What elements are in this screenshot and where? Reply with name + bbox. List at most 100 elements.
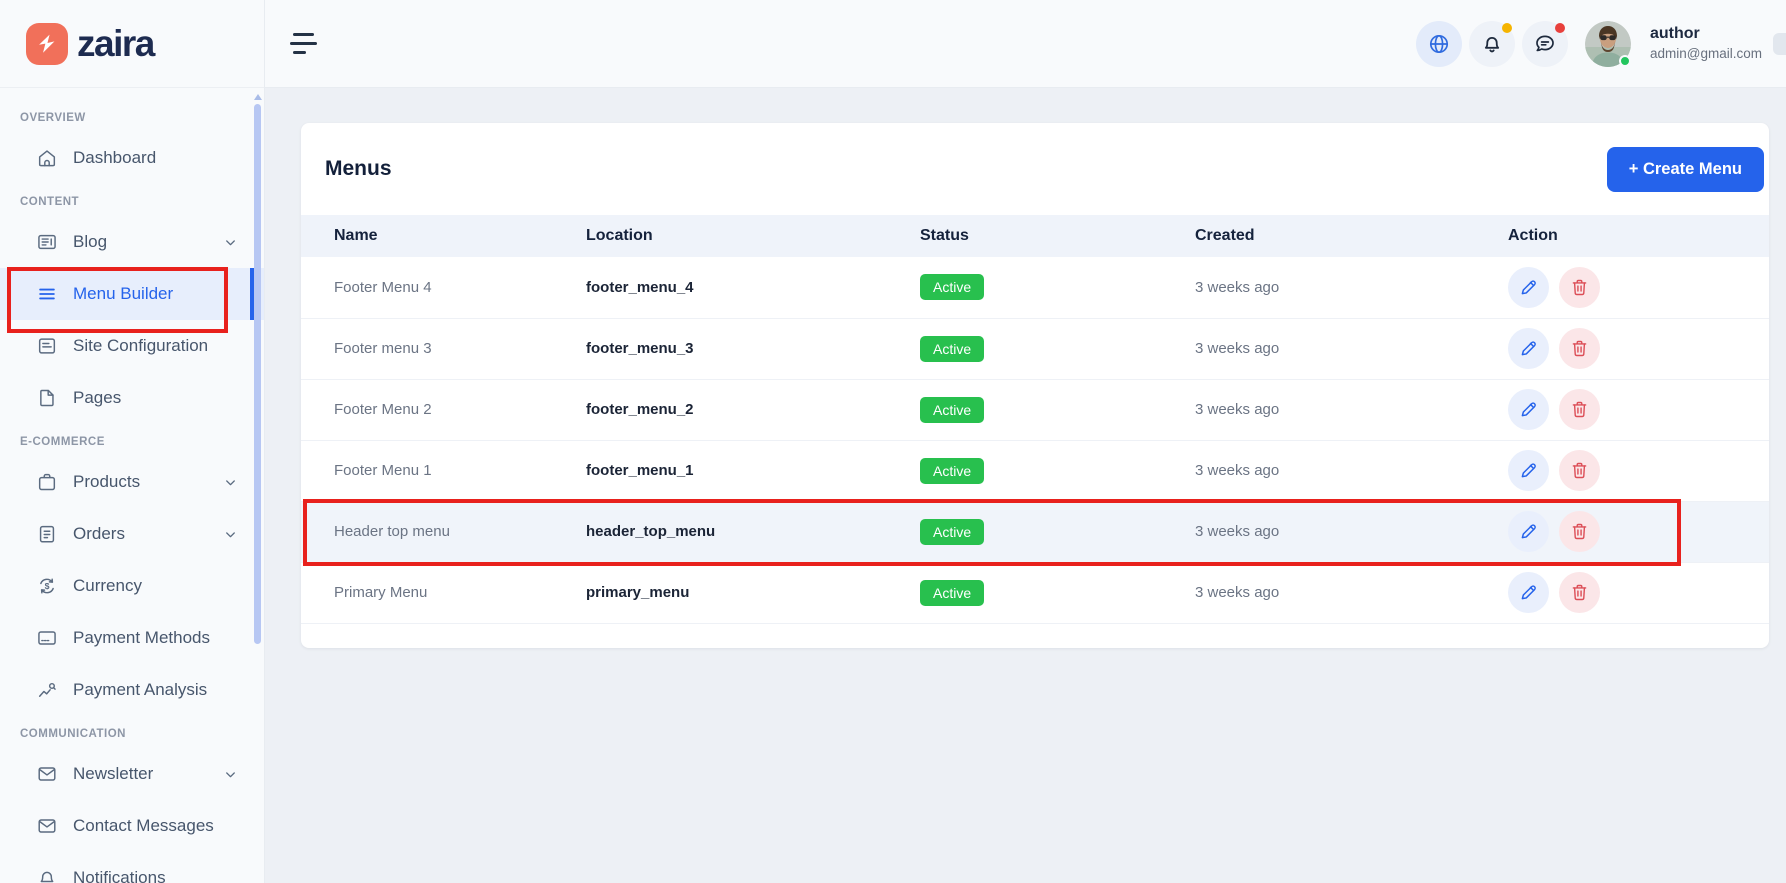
- delete-button[interactable]: [1559, 450, 1600, 491]
- page-content: Menus + Create Menu Name Location Status…: [265, 88, 1786, 883]
- chevron-down-icon: [223, 475, 238, 490]
- globe-icon[interactable]: [1416, 21, 1462, 67]
- menu-created: 3 weeks ago: [1195, 440, 1508, 501]
- column-header-location: Location: [586, 215, 920, 257]
- sidebar-item-blog[interactable]: Blog: [0, 216, 264, 268]
- zigzag-arrow-icon: [26, 23, 68, 65]
- message-dot: [1555, 23, 1565, 33]
- delete-button[interactable]: [1559, 328, 1600, 369]
- sidebar-item-payment-methods[interactable]: Payment Methods: [0, 612, 264, 664]
- sidebar-item-newsletter[interactable]: Newsletter: [0, 748, 264, 800]
- menu-location: footer_menu_3: [586, 318, 920, 379]
- sidebar-item-menu-builder[interactable]: Menu Builder: [0, 268, 264, 320]
- table-header-row: Name Location Status Created Action: [301, 215, 1769, 257]
- brand-name: zaira: [77, 25, 154, 62]
- sidebar-item-label: Payment Analysis: [73, 680, 207, 700]
- sidebar-item-label: Notifications: [73, 868, 166, 883]
- menus-table: Name Location Status Created Action Foot…: [301, 215, 1769, 624]
- menu-name: Primary Menu: [301, 562, 586, 623]
- sidebar-item-label: Contact Messages: [73, 816, 214, 836]
- sidebar-item-label: Newsletter: [73, 764, 153, 784]
- delete-button[interactable]: [1559, 267, 1600, 308]
- chat-bubble-icon[interactable]: [1522, 21, 1568, 67]
- topbar-actions: author admin@gmail.com: [1416, 21, 1786, 67]
- sidebar-item-products[interactable]: Products: [0, 456, 264, 508]
- column-header-action: Action: [1508, 215, 1769, 257]
- main-area: author admin@gmail.com Menus + Create Me…: [265, 0, 1786, 883]
- envelope-icon: [36, 815, 58, 837]
- status-badge: Active: [920, 580, 984, 606]
- edit-button[interactable]: [1508, 450, 1549, 491]
- briefcase-icon: [36, 471, 58, 493]
- topbar: author admin@gmail.com: [265, 0, 1786, 88]
- chart-search-icon: [36, 679, 58, 701]
- menu-created: 3 weeks ago: [1195, 257, 1508, 318]
- sidebar-item-label: Pages: [73, 388, 121, 408]
- menu-name: Footer Menu 4: [301, 257, 586, 318]
- table-row: Footer Menu 2 footer_menu_2 Active 3 wee…: [301, 379, 1769, 440]
- sidebar-section-communication: COMMUNICATION: [0, 728, 264, 742]
- sidebar-item-payment-analysis[interactable]: Payment Analysis: [0, 664, 264, 716]
- online-status-dot: [1619, 55, 1631, 67]
- newspaper-icon: [36, 231, 58, 253]
- home-icon: [36, 147, 58, 169]
- menu-location: footer_menu_4: [586, 257, 920, 318]
- edit-button[interactable]: [1508, 267, 1549, 308]
- edit-button[interactable]: [1508, 511, 1549, 552]
- brand-logo[interactable]: zaira: [0, 0, 264, 88]
- sidebar-item-site-configuration[interactable]: Site Configuration: [0, 320, 264, 372]
- menu-location: primary_menu: [586, 562, 920, 623]
- menu-created: 3 weeks ago: [1195, 501, 1508, 562]
- menu-location: footer_menu_2: [586, 379, 920, 440]
- card-header: Menus + Create Menu: [301, 123, 1769, 215]
- menu-lines-icon: [36, 283, 58, 305]
- user-name: author: [1650, 24, 1762, 45]
- sidebar-item-currency[interactable]: $ Currency: [0, 560, 264, 612]
- menu-location: header_top_menu: [586, 501, 920, 562]
- avatar[interactable]: [1585, 21, 1631, 67]
- bell-icon[interactable]: [1469, 21, 1515, 67]
- menu-name: Header top menu: [301, 501, 586, 562]
- menu-created: 3 weeks ago: [1195, 379, 1508, 440]
- user-meta[interactable]: author admin@gmail.com: [1650, 24, 1762, 62]
- sidebar-item-dashboard[interactable]: Dashboard: [0, 132, 264, 184]
- create-menu-button[interactable]: + Create Menu: [1607, 147, 1764, 192]
- sidebar-item-pages[interactable]: Pages: [0, 372, 264, 424]
- sidebar-item-label: Menu Builder: [73, 284, 173, 304]
- delete-button[interactable]: [1559, 389, 1600, 430]
- scrollbar-stub: [1773, 33, 1786, 55]
- edit-button[interactable]: [1508, 328, 1549, 369]
- status-badge: Active: [920, 458, 984, 484]
- sidebar-scrollbar[interactable]: [254, 94, 262, 654]
- sidebar-item-label: Blog: [73, 232, 107, 252]
- notification-dot: [1502, 23, 1512, 33]
- currency-exchange-icon: $: [36, 575, 58, 597]
- sidebar-section-content: CONTENT: [0, 196, 264, 210]
- table-row: Footer Menu 4 footer_menu_4 Active 3 wee…: [301, 257, 1769, 318]
- sidebar-item-notifications[interactable]: Notifications: [0, 852, 264, 883]
- status-badge: Active: [920, 397, 984, 423]
- table-row: Primary Menu primary_menu Active 3 weeks…: [301, 562, 1769, 623]
- sidebar-item-label: Site Configuration: [73, 336, 208, 356]
- bell-icon: [36, 867, 58, 883]
- delete-button[interactable]: [1559, 511, 1600, 552]
- table-row: Footer Menu 1 footer_menu_1 Active 3 wee…: [301, 440, 1769, 501]
- menu-created: 3 weeks ago: [1195, 318, 1508, 379]
- sidebar-item-contact-messages[interactable]: Contact Messages: [0, 800, 264, 852]
- hamburger-icon[interactable]: [290, 33, 317, 54]
- menu-name: Footer Menu 1: [301, 440, 586, 501]
- delete-button[interactable]: [1559, 572, 1600, 613]
- sidebar-item-label: Dashboard: [73, 148, 156, 168]
- scrollbar-thumb[interactable]: [254, 104, 261, 644]
- sidebar-item-orders[interactable]: Orders: [0, 508, 264, 560]
- sidebar-item-label: Products: [73, 472, 140, 492]
- column-header-created: Created: [1195, 215, 1508, 257]
- menu-created: 3 weeks ago: [1195, 562, 1508, 623]
- edit-button[interactable]: [1508, 389, 1549, 430]
- envelope-icon: [36, 763, 58, 785]
- edit-button[interactable]: [1508, 572, 1549, 613]
- sidebar-item-label: Currency: [73, 576, 142, 596]
- chevron-down-icon: [223, 235, 238, 250]
- scrollbar-up-arrow[interactable]: [254, 94, 262, 100]
- file-icon: [36, 387, 58, 409]
